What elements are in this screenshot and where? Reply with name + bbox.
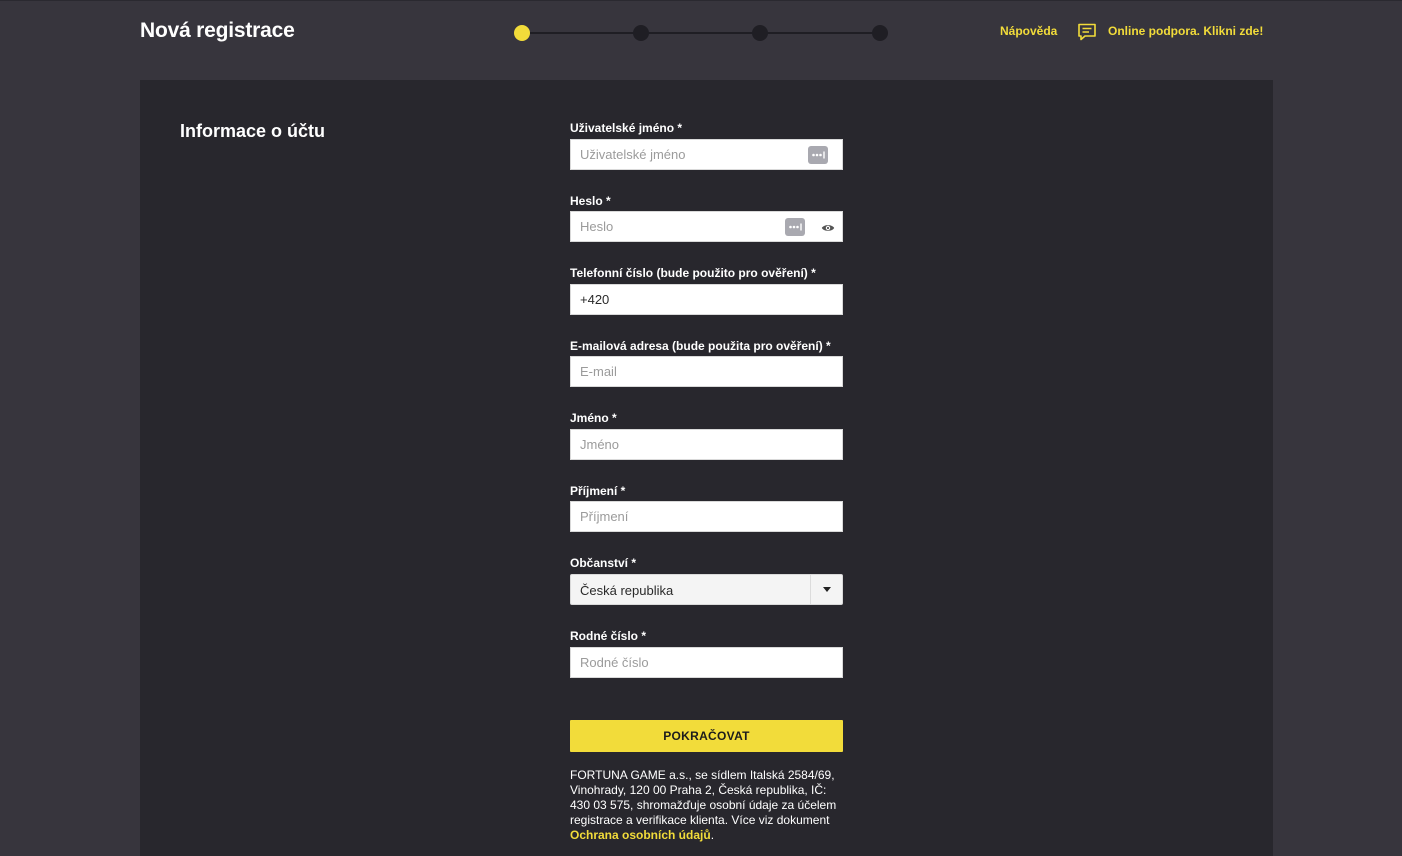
show-password-eye-icon[interactable] [821, 221, 835, 233]
username-field-wrapper [570, 139, 843, 170]
section-title: Informace o účtu [180, 121, 326, 141]
phone-label: Telefonní číslo (bude použito pro ověřen… [570, 266, 816, 280]
registration-stepper [514, 24, 888, 42]
continue-button[interactable]: POKRAČOVAT [570, 720, 843, 752]
first-name-label: Jméno * [570, 411, 617, 425]
email-label: E-mailová adresa (bude použita pro ověře… [570, 339, 831, 353]
page-title: Nová registrace [140, 19, 295, 42]
help-link[interactable]: Nápověda [1000, 24, 1057, 38]
step-4-dot [872, 25, 888, 41]
password-manager-icon[interactable] [808, 146, 828, 164]
citizenship-selected-value: Česká republika [580, 583, 674, 598]
online-support-link[interactable]: Online podpora. Klikni zde! [1108, 24, 1263, 38]
citizenship-select[interactable]: Česká republika [570, 574, 843, 605]
registration-panel: Informace o účtu Uživatelské jméno * Hes… [140, 80, 1273, 856]
privacy-disclaimer: FORTUNA GAME a.s., se sídlem Italská 258… [570, 768, 845, 843]
disclaimer-text: FORTUNA GAME a.s., se sídlem Italská 258… [570, 768, 837, 827]
phone-input[interactable] [571, 285, 842, 314]
password-manager-icon[interactable] [785, 218, 805, 236]
step-1-dot [514, 25, 530, 41]
select-divider [810, 575, 811, 604]
stepper-line [522, 32, 880, 34]
top-bar: Nová registrace Nápověda Online podpora.… [0, 0, 1402, 80]
email-field-wrapper [570, 356, 843, 387]
first-name-input[interactable] [571, 430, 842, 459]
privacy-policy-link[interactable]: Ochrana osobních údajů [570, 828, 711, 842]
disclaimer-tail: . [710, 828, 715, 842]
password-label: Heslo * [570, 194, 611, 208]
last-name-field-wrapper [570, 501, 843, 532]
username-label: Uživatelské jméno * [570, 121, 683, 135]
birth-number-input[interactable] [571, 648, 842, 677]
citizenship-label: Občanství * [570, 556, 637, 570]
last-name-input[interactable] [571, 502, 842, 531]
step-3-dot [752, 25, 768, 41]
email-input[interactable] [571, 357, 842, 386]
username-input[interactable] [571, 140, 842, 169]
password-field-wrapper [570, 211, 843, 242]
last-name-label: Příjmení * [570, 484, 626, 498]
chevron-down-icon[interactable] [823, 587, 831, 592]
chat-icon[interactable] [1077, 23, 1097, 41]
birth-number-label: Rodné číslo * [570, 629, 647, 643]
birth-number-field-wrapper [570, 647, 843, 678]
step-2-dot [633, 25, 649, 41]
first-name-field-wrapper [570, 429, 843, 460]
phone-field-wrapper [570, 284, 843, 315]
